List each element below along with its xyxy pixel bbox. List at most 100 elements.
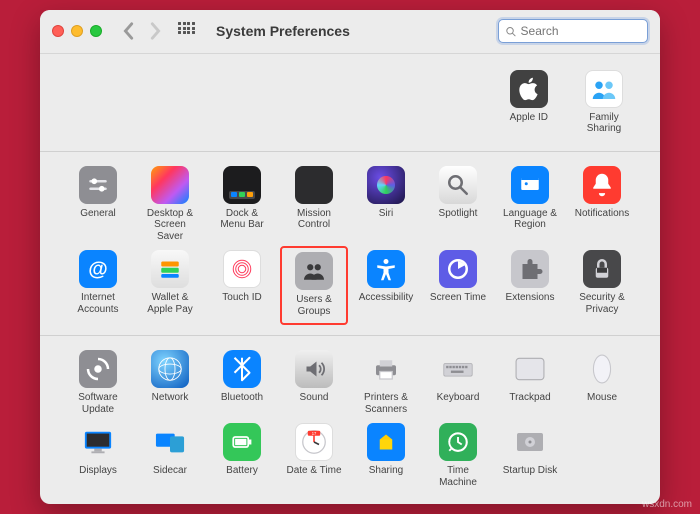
internet-accounts-icon: @ xyxy=(79,250,117,288)
pref-dock-menubar[interactable]: Dock & Menu Bar xyxy=(210,166,274,243)
pref-network[interactable]: Network xyxy=(138,350,202,415)
pref-software-update[interactable]: Software Update xyxy=(66,350,130,415)
pref-label: Siri xyxy=(379,208,393,220)
pref-label: Date & Time xyxy=(286,465,341,477)
back-button[interactable] xyxy=(120,22,138,40)
pref-label: Internet Accounts xyxy=(68,292,128,315)
spotlight-icon xyxy=(439,166,477,204)
pref-label: Family Sharing xyxy=(574,112,634,135)
pref-battery[interactable]: Battery xyxy=(210,423,274,488)
pref-desktop-screensaver[interactable]: Desktop & Screen Saver xyxy=(138,166,202,243)
pref-mouse[interactable]: Mouse xyxy=(570,350,634,415)
pref-label: Time Machine xyxy=(428,465,488,488)
pref-apple-id[interactable]: Apple ID xyxy=(510,70,548,135)
window-title: System Preferences xyxy=(216,23,350,39)
pref-siri[interactable]: Siri xyxy=(354,166,418,243)
pref-time-machine[interactable]: Time Machine xyxy=(426,423,490,488)
pref-label: Touch ID xyxy=(222,292,261,304)
search-icon xyxy=(505,25,517,38)
pref-label: Mouse xyxy=(587,392,617,404)
svg-text:@: @ xyxy=(88,259,108,281)
screen-time-icon xyxy=(439,250,477,288)
pref-label: Printers & Scanners xyxy=(356,392,416,415)
pref-label: Notifications xyxy=(575,208,629,220)
pref-label: Security & Privacy xyxy=(572,292,632,315)
keyboard-icon xyxy=(439,350,477,388)
pref-security-privacy[interactable]: Security & Privacy xyxy=(570,250,634,319)
pref-label: General xyxy=(80,208,116,220)
family-sharing-icon xyxy=(585,70,623,108)
pref-startup-disk[interactable]: Startup Disk xyxy=(498,423,562,488)
desktop-screensaver-icon xyxy=(151,166,189,204)
pref-trackpad[interactable]: Trackpad xyxy=(498,350,562,415)
pref-screen-time[interactable]: Screen Time xyxy=(426,250,490,319)
pref-label: Sharing xyxy=(369,465,403,477)
show-all-icon[interactable] xyxy=(178,22,196,40)
touch-id-icon xyxy=(223,250,261,288)
pref-keyboard[interactable]: Keyboard xyxy=(426,350,490,415)
security-privacy-icon xyxy=(583,250,621,288)
pref-label: Battery xyxy=(226,465,258,477)
pref-label: Trackpad xyxy=(509,392,550,404)
watermark: wsxdn.com xyxy=(642,499,692,510)
network-icon xyxy=(151,350,189,388)
pref-label: Startup Disk xyxy=(503,465,557,477)
pref-mission-control[interactable]: Mission Control xyxy=(282,166,346,243)
pref-extensions[interactable]: Extensions xyxy=(498,250,562,319)
users-groups-icon xyxy=(295,252,333,290)
accessibility-icon xyxy=(367,250,405,288)
language-region-icon xyxy=(511,166,549,204)
pref-label: Sidecar xyxy=(153,465,187,477)
printers-scanners-icon xyxy=(367,350,405,388)
pref-label: Extensions xyxy=(506,292,555,304)
mission-control-icon xyxy=(295,166,333,204)
pref-general[interactable]: General xyxy=(66,166,130,243)
titlebar: System Preferences xyxy=(40,10,660,54)
pref-label: Desktop & Screen Saver xyxy=(140,208,200,243)
pref-notifications[interactable]: Notifications xyxy=(570,166,634,243)
pref-date-time[interactable]: 17 Date & Time xyxy=(282,423,346,488)
window-controls xyxy=(52,25,102,37)
pref-label: Displays xyxy=(79,465,117,477)
date-time-icon: 17 xyxy=(295,423,333,461)
pref-spotlight[interactable]: Spotlight xyxy=(426,166,490,243)
pref-users-groups[interactable]: Users & Groups xyxy=(280,246,348,325)
pref-internet-accounts[interactable]: @ Internet Accounts xyxy=(66,250,130,319)
pref-label: Sound xyxy=(300,392,329,404)
pref-bluetooth[interactable]: Bluetooth xyxy=(210,350,274,415)
pref-sound[interactable]: Sound xyxy=(282,350,346,415)
displays-icon xyxy=(79,423,117,461)
minimize-window-button[interactable] xyxy=(71,25,83,37)
notifications-icon xyxy=(583,166,621,204)
search-input[interactable] xyxy=(521,24,641,38)
general-icon xyxy=(79,166,117,204)
pref-label: Software Update xyxy=(68,392,128,415)
pref-label: Language & Region xyxy=(500,208,560,231)
bluetooth-icon xyxy=(223,350,261,388)
pref-sharing[interactable]: Sharing xyxy=(354,423,418,488)
pref-sidecar[interactable]: Sidecar xyxy=(138,423,202,488)
pref-label: Users & Groups xyxy=(284,294,344,317)
pref-accessibility[interactable]: Accessibility xyxy=(354,250,418,319)
prefs-section-2: Software Update Network Bluetooth Sound Prin… xyxy=(40,336,660,504)
system-preferences-window: System Preferences Apple ID Family Sharin… xyxy=(40,10,660,505)
pref-label: Spotlight xyxy=(439,208,478,220)
pref-family-sharing[interactable]: Family Sharing xyxy=(574,70,634,135)
pref-touch-id[interactable]: Touch ID xyxy=(210,250,274,319)
pref-language-region[interactable]: Language & Region xyxy=(498,166,562,243)
trackpad-icon xyxy=(511,350,549,388)
siri-icon xyxy=(367,166,405,204)
pref-printers-scanners[interactable]: Printers & Scanners xyxy=(354,350,418,415)
pref-label: Wallet & Apple Pay xyxy=(140,292,200,315)
search-field[interactable] xyxy=(498,19,648,43)
svg-text:17: 17 xyxy=(312,431,317,436)
wallet-applepay-icon xyxy=(151,250,189,288)
forward-button[interactable] xyxy=(146,22,164,40)
battery-icon xyxy=(223,423,261,461)
pref-displays[interactable]: Displays xyxy=(66,423,130,488)
zoom-window-button[interactable] xyxy=(90,25,102,37)
pref-label: Network xyxy=(152,392,189,404)
close-window-button[interactable] xyxy=(52,25,64,37)
pref-label: Mission Control xyxy=(284,208,344,231)
pref-wallet-applepay[interactable]: Wallet & Apple Pay xyxy=(138,250,202,319)
